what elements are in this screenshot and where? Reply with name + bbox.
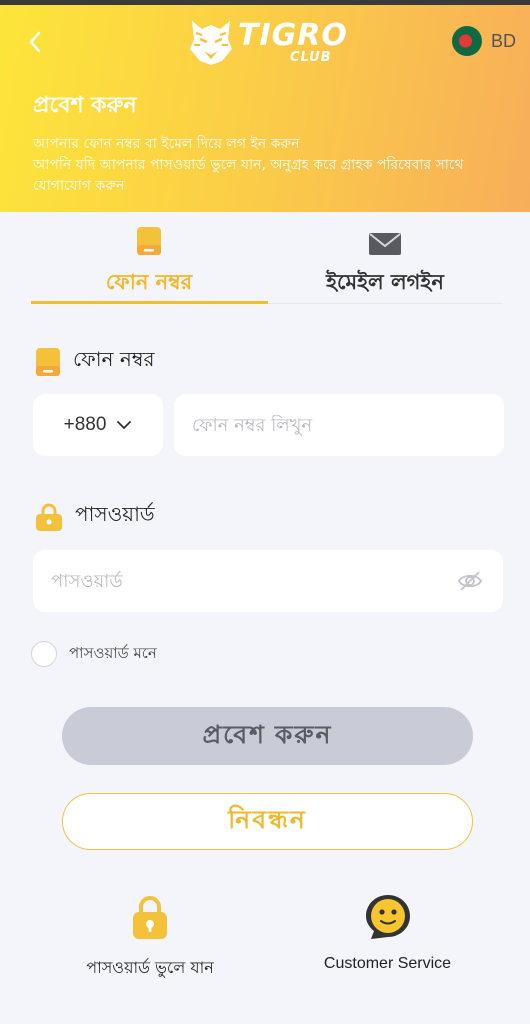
label-text: পাসওয়ার্ড [75, 502, 155, 526]
login-button[interactable]: প্রবেশ করুন [62, 707, 473, 765]
description-line: আপনার ফোন নম্বর বা ইমেল দিয়ে লগ ইন করুন [33, 136, 300, 152]
customer-service-icon [365, 895, 410, 939]
eye-off-icon [457, 571, 483, 591]
customer-service-label: Customer Service [323, 955, 452, 972]
password-field-label: পাসওয়ার্ড [35, 500, 155, 533]
phone-icon [137, 227, 161, 255]
back-button[interactable] [20, 27, 50, 57]
page-title: প্রবেশ করুন [33, 93, 137, 118]
language-label: BD [490, 30, 516, 51]
header-banner: TIGRO CLUB BD প্রবেশ করুন আপনার ফোন নম্ব… [0, 5, 530, 212]
active-tab-indicator [31, 301, 268, 304]
bangladesh-flag-icon [451, 26, 482, 56]
remember-checkbox[interactable] [31, 641, 57, 667]
tab-label: ফোন নম্বর [105, 270, 193, 294]
toggle-password-visibility[interactable] [457, 568, 483, 598]
page-description: আপনার ফোন নম্বর বা ইমেল দিয়ে লগ ইন করুন… [33, 134, 513, 197]
customer-service-link[interactable]: Customer Service [300, 893, 475, 973]
login-method-tabs: ফোন নম্বর ইমেইল লগইন [31, 222, 503, 304]
phone-field-label: ফোন নম্বর [35, 345, 155, 378]
description-line: আপনি যদি আপনার পাসওয়ার্ড ভুলে যান, অনুগ… [33, 157, 464, 194]
remember-password[interactable]: পাসওয়ার্ড মনে [31, 641, 157, 667]
mail-icon [369, 233, 401, 255]
brand-logo[interactable]: TIGRO CLUB [188, 15, 348, 69]
password-input[interactable] [33, 570, 503, 592]
tab-label: ইমেইল লগইন [326, 270, 444, 294]
remember-label: পাসওয়ার্ড মনে [69, 643, 157, 662]
logo-subtitle: CLUB [290, 50, 332, 65]
label-text: ফোন নম্বর [73, 347, 155, 371]
tab-email[interactable]: ইমেইল লগইন [267, 222, 503, 304]
logo-wordmark: TIGRO [238, 18, 348, 53]
register-button[interactable]: নিবন্ধন [62, 793, 473, 850]
chevron-down-icon [117, 421, 132, 430]
phone-icon [36, 347, 60, 376]
lock-icon [36, 503, 62, 531]
forgot-password-label: পাসওয়ার্ড ভুলে যান [86, 958, 214, 977]
forgot-password-link[interactable]: পাসওয়ার্ড ভুলে যান [60, 893, 240, 982]
language-selector[interactable]: BD [451, 25, 516, 57]
tiger-head-icon [190, 21, 232, 65]
phone-input[interactable] [174, 414, 504, 436]
chevron-left-icon [29, 31, 41, 53]
password-input-box [33, 550, 503, 612]
phone-input-box [174, 394, 504, 456]
lock-icon [133, 896, 167, 939]
tab-phone[interactable]: ফোন নম্বর [31, 222, 268, 304]
country-code-value: +880 [63, 414, 107, 435]
country-code-select[interactable]: +880 [33, 394, 163, 456]
